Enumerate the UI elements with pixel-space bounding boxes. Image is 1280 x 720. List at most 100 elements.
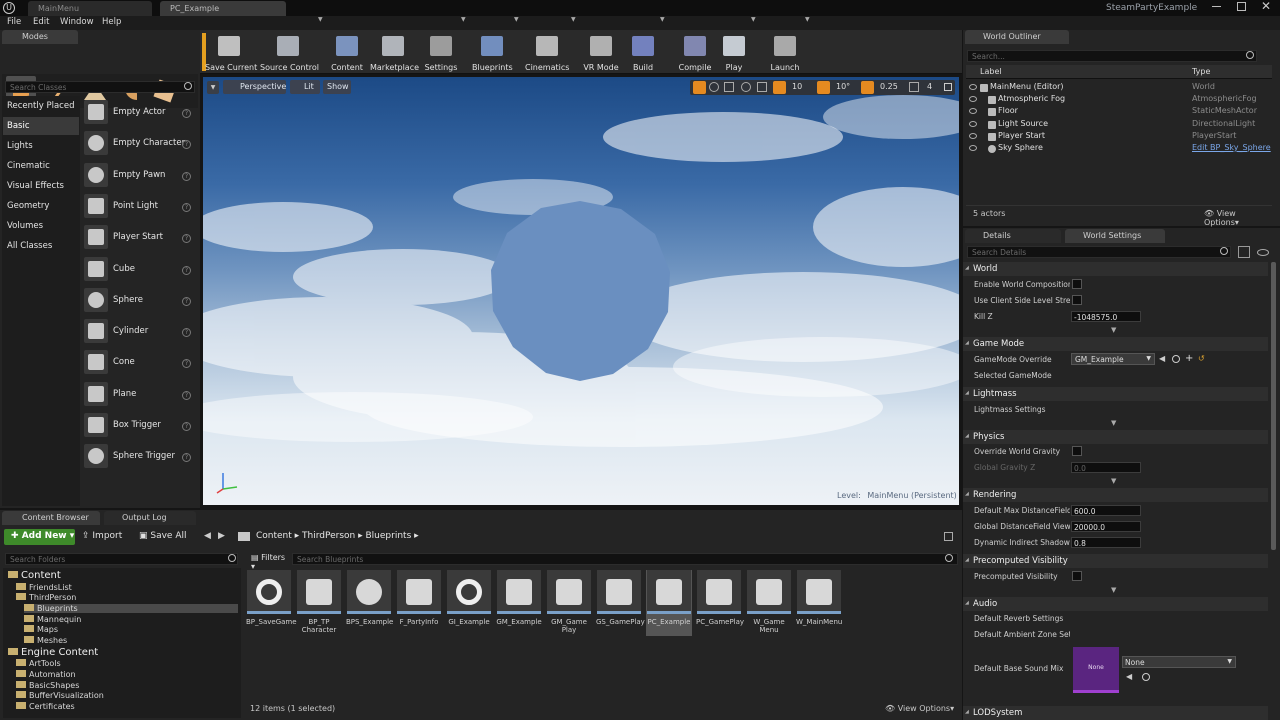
camera-speed-value[interactable]: 4 [927,82,932,91]
chevron-down-icon[interactable]: ▼ [1111,419,1116,427]
help-icon[interactable]: ? [182,453,191,463]
menu-help[interactable]: Help [102,17,121,27]
rotation-snap-value[interactable]: 10° [836,82,850,91]
outliner-row[interactable]: Light Source DirectionalLight [966,119,1272,131]
browse-arrow-icon[interactable]: ◀ [1159,354,1165,363]
asset-gm-example[interactable]: GM_Example [496,570,542,636]
camera-speed-icon[interactable] [909,82,919,92]
help-icon[interactable]: ? [182,422,191,431]
details-search-input[interactable]: Search Details [967,246,1231,258]
place-item-box-trigger[interactable]: Box Trigger? [84,413,196,441]
breadcrumb-thirdperson[interactable]: ThirdPerson [302,531,355,541]
menu-edit[interactable]: Edit [33,17,49,27]
section-precomputed-visibility[interactable]: Precomputed Visibility [963,554,1268,568]
client-side-streaming-checkbox[interactable] [1072,295,1082,305]
help-icon[interactable]: ? [182,390,191,400]
outliner-row[interactable]: Atmospheric Fog AtmosphericFog [966,94,1272,106]
outliner-row[interactable]: Floor StaticMeshActor [966,106,1272,118]
perspective-button[interactable]: Perspective [223,80,286,94]
actor-type[interactable]: Edit BP_Sky_Sphere [1192,143,1271,152]
dropdown-caret-icon[interactable]: ▼ [318,16,323,23]
global-distance-field-input[interactable]: 20000.0 [1071,521,1141,532]
place-item-plane[interactable]: Plane? [84,381,196,410]
asset-w-game-menu[interactable]: W_Game Menu [746,570,792,636]
asset-bp-tp-character[interactable]: BP_TP Character [296,570,342,636]
save-all-button[interactable]: ▣ Save All [139,531,187,541]
asset-gm-game-play[interactable]: GM_Game Play [546,570,592,636]
menu-window[interactable]: Window [60,17,94,27]
visibility-eye-icon[interactable] [1257,249,1269,256]
default-ambient-zone-row[interactable]: Default Ambient Zone Settings [974,630,1070,639]
level-viewport[interactable]: ▼ Perspective Lit Show 10 10° 0.25 4 Lev… [203,77,959,505]
place-item-empty-actor[interactable]: Empty Actor? [84,100,196,128]
browse-arrow-icon[interactable]: ◀ [1126,672,1132,681]
lit-button[interactable]: Lit [290,80,320,94]
section-rendering[interactable]: Rendering [963,488,1268,502]
asset-f-partyinfo[interactable]: F_PartyInfo [396,570,442,636]
lock-icon[interactable] [944,532,953,541]
section-physics[interactable]: Physics [963,430,1268,444]
scale-icon[interactable] [724,82,734,92]
asset-pc-gameplay[interactable]: PC_GamePlay [696,570,744,636]
cinematics-button[interactable]: Cinematics [525,34,569,72]
search-folders-input[interactable]: Search Folders [5,553,238,565]
section-lod-system[interactable]: LODSystem [963,706,1268,720]
tab-output-log[interactable]: Output Log [104,511,196,525]
indirect-shadows-input[interactable]: 0.8 [1071,537,1141,548]
outliner-row[interactable]: Sky Sphere Edit BP_Sky_Sphere [966,143,1272,155]
surface-snap-icon[interactable] [757,82,767,92]
show-button[interactable]: Show [323,80,351,94]
blueprints-button[interactable]: Blueprints [472,34,513,72]
help-icon[interactable]: ? [182,140,191,150]
search-blueprints-input[interactable]: Search Blueprints [292,553,958,565]
dropdown-caret-icon[interactable]: ▼ [660,16,665,23]
rotation-snap-icon[interactable] [817,81,830,94]
save-current-button[interactable]: Save Current [205,34,257,72]
view-options-button[interactable]: 👁 View Options▾ [1204,209,1272,227]
help-icon[interactable]: ? [182,265,191,275]
reset-icon[interactable]: ↺ [1198,354,1205,363]
property-matrix-icon[interactable] [1238,246,1250,258]
folder-automation[interactable]: Automation [16,669,76,679]
visibility-eye-icon[interactable] [969,132,977,139]
place-item-cylinder[interactable]: Cylinder? [84,319,196,347]
section-world[interactable]: World [963,262,1268,276]
scale-snap-icon[interactable] [861,81,874,94]
content-button[interactable]: Content [331,34,363,72]
dropdown-caret-icon[interactable]: ▼ [461,16,466,23]
launch-button[interactable]: Launch [767,34,803,72]
close-button[interactable]: ✕ [1261,0,1271,13]
category-volumes[interactable]: Volumes [3,217,79,235]
default-reverb-row[interactable]: Default Reverb Settings [974,614,1070,623]
tab-content-browser[interactable]: Content Browser [2,511,100,525]
tab-world-outliner[interactable]: World Outliner [965,30,1069,44]
gamemode-override-select[interactable]: GM_Example ▼ [1071,353,1155,365]
section-audio[interactable]: Audio [963,597,1268,611]
tab-pc-example[interactable]: PC_Example [160,1,286,16]
maximize-viewport-icon[interactable] [944,83,952,91]
place-item-empty-character[interactable]: Empty Character? [84,131,196,159]
search-classes-input[interactable]: Search Classes [5,81,195,93]
help-icon[interactable]: ? [182,296,191,306]
asset-pc-example[interactable]: PC_Example [646,570,692,636]
visibility-eye-icon[interactable] [969,145,977,151]
precomputed-visibility-checkbox[interactable] [1072,571,1082,581]
help-icon[interactable]: ? [182,171,191,181]
folder-basicshapes[interactable]: BasicShapes [16,680,79,690]
viewport-options-button[interactable]: ▼ [207,81,219,94]
chevron-down-icon[interactable]: ▼ [1111,326,1116,334]
place-item-point-light[interactable]: Point Light? [84,193,196,222]
asset-gi-example[interactable]: GI_Example [446,570,492,636]
category-cinematic[interactable]: Cinematic [3,157,79,175]
place-item-cone[interactable]: Cone? [84,350,196,378]
marketplace-button[interactable]: Marketplace [370,34,419,72]
compile-button[interactable]: Compile [678,34,712,72]
folder-engine-content[interactable]: Engine Content [8,647,98,658]
settings-button[interactable]: Settings [423,34,459,72]
folder-blueprints[interactable]: Blueprints [24,603,238,613]
rotate-icon[interactable] [709,82,719,92]
dropdown-caret-icon[interactable]: ▼ [571,16,576,23]
category-lights[interactable]: Lights [3,137,79,155]
place-item-cube[interactable]: Cube? [84,256,196,285]
back-arrow-icon[interactable]: ◀ [204,531,211,541]
